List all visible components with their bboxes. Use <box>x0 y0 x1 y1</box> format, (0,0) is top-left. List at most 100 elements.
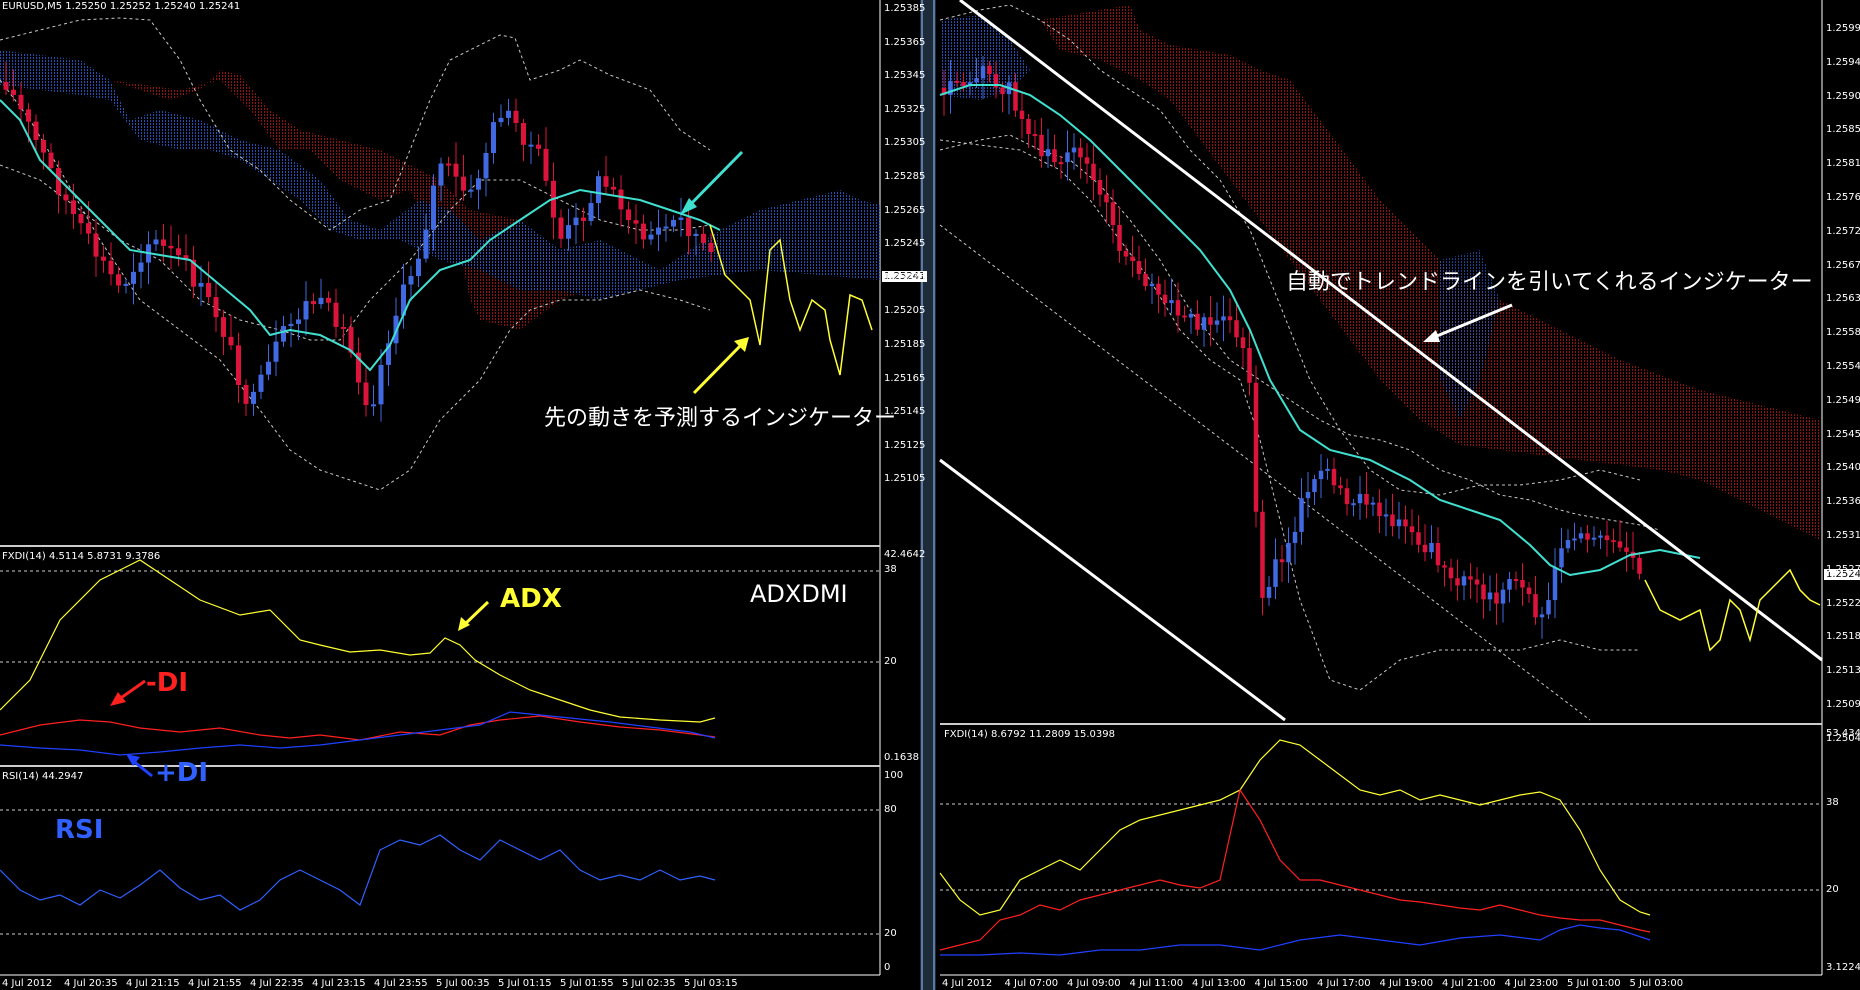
candle-body <box>1299 498 1304 532</box>
right-price-tick: 1.25945 <box>1826 56 1860 68</box>
candle-body <box>663 226 669 229</box>
candle-body <box>131 271 136 284</box>
candle-body <box>521 123 526 145</box>
candle-body <box>1045 149 1051 157</box>
candle-body <box>206 283 211 298</box>
candle-body <box>1156 283 1161 295</box>
candle-body <box>161 239 166 246</box>
candle-body <box>596 176 601 204</box>
right-price-tick: 1.25180 <box>1826 631 1860 643</box>
candle-body <box>1195 313 1200 330</box>
candle-body <box>498 117 504 123</box>
left-adx-header: FXDI(14) 4.5114 5.8731 9.3786 <box>2 551 161 562</box>
candle-body <box>641 223 646 240</box>
left-price-tick: 1.25185 <box>884 339 926 350</box>
right-price-tick: 1.25810 <box>1826 158 1860 170</box>
right-adx-tick: 53.4342 <box>1826 728 1860 739</box>
candle-body <box>318 297 324 305</box>
right-price-tick: 1.25450 <box>1826 428 1860 440</box>
right-price-tick: 1.25765 <box>1826 192 1860 203</box>
candle-body <box>513 110 519 124</box>
right-time-tick: 4 Jul 13:00 <box>1192 978 1246 989</box>
candle-body <box>961 81 966 87</box>
candle-body <box>1188 313 1194 318</box>
candle-body <box>693 233 699 236</box>
candle-body <box>176 248 181 256</box>
candle-body <box>273 341 279 362</box>
left-time-tick: 4 Jul 21:15 <box>126 978 180 989</box>
candle-body <box>1318 470 1324 480</box>
candle-body <box>303 301 309 320</box>
left-adx-tick: 20 <box>884 656 897 667</box>
candle-body <box>1403 519 1408 527</box>
candle-body <box>333 302 339 327</box>
left-adx-tick: 38 <box>884 564 897 575</box>
left-forecast-annotation: 先の動きを予測するインジケーター <box>544 406 897 431</box>
candle-body <box>371 404 376 407</box>
candle-body <box>1377 502 1382 517</box>
left-rsi-header: RSI(14) 44.2947 <box>2 771 84 782</box>
candle-body <box>1487 592 1493 600</box>
left-price-tick: 1.25125 <box>884 439 926 451</box>
candle-body <box>1539 614 1545 618</box>
left-time-tick: 4 Jul 2012 <box>2 978 53 989</box>
candle-body <box>1344 488 1350 505</box>
candle-body <box>1578 533 1584 539</box>
candle-body <box>1552 567 1558 601</box>
candle-body <box>123 283 129 286</box>
candle-body <box>71 200 76 215</box>
candle-body <box>656 227 661 235</box>
candle-body <box>108 260 114 275</box>
right-time-tick: 5 Jul 03:00 <box>1629 978 1684 989</box>
right-trendline-annotation: 自動でトレンドラインを引いてくれるインジケーター <box>1286 270 1813 295</box>
candle-body <box>438 163 444 186</box>
left-chart-header: EURUSD,M5 1.25250 1.25252 1.25240 1.2524… <box>2 1 241 12</box>
candle-body <box>243 384 249 404</box>
left-adx-tick: 0.1638 <box>884 752 919 763</box>
left-rsi-tick: 80 <box>884 804 897 815</box>
candle-body <box>566 225 571 239</box>
candle-body <box>416 258 421 277</box>
candle-body <box>1279 559 1285 563</box>
left-price-tick: 1.25325 <box>884 103 926 115</box>
candle-body <box>1565 540 1571 549</box>
right-time-tick: 4 Jul 23:00 <box>1504 978 1559 989</box>
candle-body <box>1442 565 1447 568</box>
candle-body <box>1227 316 1233 321</box>
candle-body <box>671 219 676 227</box>
right-price-tick: 1.25990 <box>1826 23 1860 34</box>
candle-body <box>1240 337 1246 349</box>
candle-body <box>1604 535 1610 541</box>
candle-body <box>603 176 609 187</box>
candle-body <box>678 217 684 220</box>
candle-body <box>48 152 54 169</box>
right-time-tick: 4 Jul 21:00 <box>1442 978 1496 989</box>
candle-body <box>1468 576 1473 580</box>
left-price-tick: 1.25105 <box>884 473 926 485</box>
candle-body <box>1338 485 1343 489</box>
candle-body <box>1637 557 1642 574</box>
candle-body <box>1396 519 1402 527</box>
candle-body <box>483 152 489 179</box>
candle-body <box>1273 559 1278 587</box>
candle-body <box>1507 579 1512 590</box>
left-time-tick: 4 Jul 21:55 <box>188 978 242 989</box>
left-price-tick: 1.25365 <box>884 36 926 48</box>
candle-body <box>1091 163 1096 181</box>
candle-body <box>1247 348 1252 383</box>
right-time-tick: 5 Jul 01:00 <box>1567 978 1621 989</box>
left-time-tick: 5 Jul 03:15 <box>684 978 738 989</box>
candle-body <box>1331 468 1337 486</box>
candle-body <box>1123 250 1129 257</box>
candle-body <box>633 220 639 224</box>
candle-body <box>1598 535 1603 538</box>
candle-body <box>221 317 226 337</box>
left-chart-window[interactable] <box>0 0 928 990</box>
candle-body <box>543 148 549 181</box>
candle-body <box>1149 283 1155 287</box>
candle-body <box>1422 544 1428 553</box>
left-adx-tick: 42.4642 <box>884 549 926 560</box>
candle-body <box>423 229 429 259</box>
candle-body <box>1312 479 1317 493</box>
right-price-tick: 1.25585 <box>1826 327 1860 339</box>
